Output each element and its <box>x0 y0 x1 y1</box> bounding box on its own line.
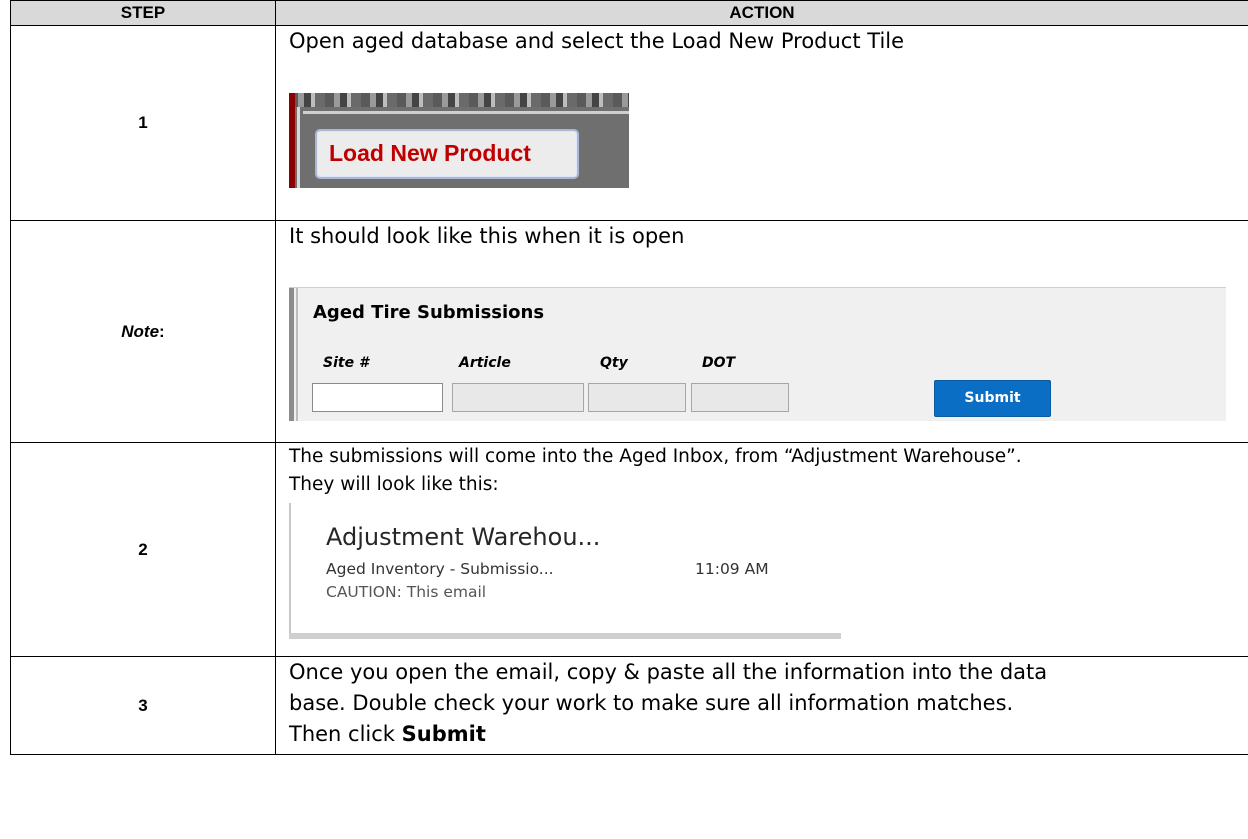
table-row: 3 Once you open the email, copy & paste … <box>10 656 1248 755</box>
table-row: 2 The submissions will come into the Age… <box>10 442 1248 657</box>
action-text-line-2: They will look like this: <box>289 474 499 495</box>
action-text-line-2: base. Double check your work to make sur… <box>289 691 1014 715</box>
email-bottom-border <box>289 633 841 639</box>
site-number-input[interactable] <box>312 383 443 412</box>
email-left-border <box>289 503 291 633</box>
tile-background-strip <box>289 93 629 107</box>
table-row: 1 Open aged database and select the Load… <box>10 25 1248 221</box>
form-left-divider <box>296 288 298 421</box>
aged-tire-form-screenshot: Aged Tire Submissions Site # Article Qty… <box>289 287 1226 421</box>
site-number-label: Site # <box>323 355 369 371</box>
step-number: 3 <box>10 656 276 755</box>
action-text: Open aged database and select the Load N… <box>289 29 905 53</box>
submit-button[interactable]: Submit <box>934 380 1051 417</box>
dot-label: DOT <box>702 355 736 371</box>
action-text: It should look like this when it is open <box>289 224 685 248</box>
note-label: Note: <box>10 220 276 443</box>
tile-left-divider <box>297 107 300 188</box>
action-text-line-1: The submissions will come into the Aged … <box>289 446 1022 467</box>
email-time: 11:09 AM <box>695 560 769 578</box>
tile-left-border <box>289 93 295 188</box>
qty-input[interactable] <box>588 383 686 412</box>
action-cell: It should look like this when it is open… <box>275 220 1248 443</box>
instructions-table: STEP ACTION 1 Open aged database and sel… <box>10 0 1248 755</box>
load-new-product-label: Load New Product <box>329 140 531 166</box>
submit-emphasis: Submit <box>401 722 486 746</box>
action-cell: The submissions will come into the Aged … <box>275 442 1248 657</box>
email-preview-screenshot: Adjustment Warehou... Aged Inventory - S… <box>289 503 841 648</box>
note-label-text: Note <box>121 321 160 341</box>
step-number: 1 <box>10 25 276 221</box>
header-row: STEP ACTION <box>10 0 1248 26</box>
step-column-header: STEP <box>10 0 276 26</box>
email-preview-text: CAUTION: This email <box>326 583 487 601</box>
action-text-line-3: Then click Submit <box>289 719 1248 750</box>
load-new-product-button[interactable]: Load New Product <box>315 129 579 179</box>
article-label: Article <box>459 355 511 371</box>
note-label-colon: : <box>159 321 165 341</box>
article-input[interactable] <box>452 383 584 412</box>
action-text-line-1: Once you open the email, copy & paste al… <box>289 660 1048 684</box>
qty-label: Qty <box>600 355 628 371</box>
dot-input[interactable] <box>691 383 789 412</box>
load-new-product-screenshot: Load New Product <box>289 93 629 188</box>
step-number: 2 <box>10 442 276 657</box>
action-cell: Once you open the email, copy & paste al… <box>275 656 1248 755</box>
table-row: Note: It should look like this when it i… <box>10 220 1248 443</box>
tile-separator <box>303 111 629 114</box>
form-title: Aged Tire Submissions <box>313 302 545 323</box>
action-column-header: ACTION <box>275 0 1248 26</box>
email-sender[interactable]: Adjustment Warehou... <box>326 523 600 551</box>
action-cell: Open aged database and select the Load N… <box>275 25 1248 221</box>
action-text-prefix: Then click <box>289 722 402 746</box>
form-left-border <box>289 288 294 421</box>
email-subject: Aged Inventory - Submissio... <box>326 560 554 578</box>
